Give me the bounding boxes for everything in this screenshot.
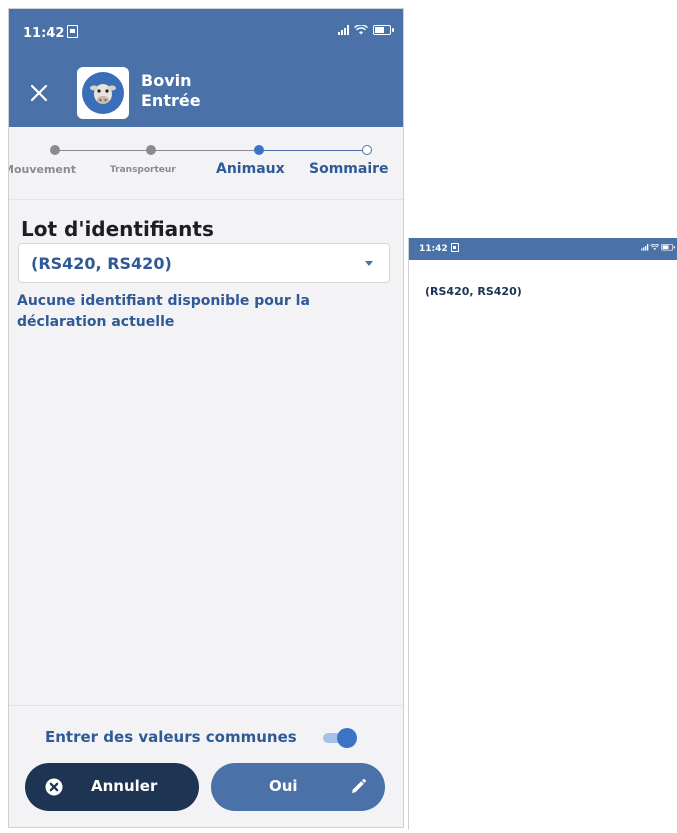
- battery-icon: [661, 244, 675, 251]
- step-dot-mouvement: [50, 145, 60, 155]
- status-time-text: 11:42: [23, 26, 65, 41]
- footer-divider: [9, 705, 403, 706]
- wifi-icon: [650, 244, 660, 251]
- step-label-sommaire[interactable]: Sommaire: [309, 161, 389, 177]
- signal-icon: [338, 25, 349, 35]
- common-values-toggle-label: Entrer des valeurs communes: [45, 728, 297, 746]
- picker-status-indicators: [641, 244, 675, 251]
- step-label-animaux[interactable]: Animaux: [216, 161, 285, 177]
- toggle-thumb: [337, 728, 357, 748]
- step-dot-transporteur: [146, 145, 156, 155]
- cancel-button-label: Annuler: [91, 777, 158, 795]
- cow-icon: [82, 72, 124, 114]
- step-dot-animaux: [254, 145, 264, 155]
- step-dot-sommaire: [362, 145, 372, 155]
- status-bar: 11:42: [9, 9, 403, 59]
- step-label-mouvement[interactable]: Mouvement: [9, 163, 76, 176]
- cattle-logo: [77, 67, 129, 119]
- picker-option[interactable]: (RS420, RS420): [425, 285, 522, 298]
- signal-icon: [641, 244, 649, 251]
- confirm-button[interactable]: Oui: [211, 763, 385, 811]
- app-header: Bovin Entrée: [9, 59, 403, 127]
- picker-status-bar: 11:42: [409, 238, 677, 260]
- picker-phone-screen: 11:42 (RS420, RS420): [408, 238, 677, 830]
- identifier-lot-dropdown[interactable]: (RS420, RS420): [18, 243, 390, 283]
- picker-status-time-text: 11:42: [419, 244, 448, 254]
- sim-card-icon: [67, 25, 79, 38]
- confirm-button-label: Oui: [269, 777, 298, 795]
- no-identifier-message: Aucune identifiant disponible pour la dé…: [17, 293, 310, 330]
- status-indicators: [338, 25, 394, 35]
- status-time: 11:42: [23, 25, 79, 41]
- sim-card-icon: [450, 243, 459, 252]
- step-connector: [156, 150, 254, 151]
- header-title-line1: Bovin: [141, 71, 192, 90]
- progress-stepper: Mouvement Transporteur Animaux Sommaire: [9, 127, 403, 200]
- cancel-button[interactable]: Annuler: [25, 763, 199, 811]
- step-connector: [264, 150, 362, 151]
- identifier-lot-label: Lot d'identifiants: [21, 217, 214, 241]
- close-icon: [30, 84, 48, 102]
- step-label-transporteur[interactable]: Transporteur: [110, 165, 176, 175]
- battery-icon: [373, 25, 394, 35]
- close-button[interactable]: [23, 77, 55, 109]
- picker-status-time: 11:42: [419, 243, 459, 254]
- wifi-icon: [354, 25, 368, 35]
- main-phone-screen: 11:42 Bovin Entrée Mouvement Transporteu…: [8, 8, 404, 828]
- pencil-icon: [352, 778, 366, 793]
- close-circle-icon: [45, 778, 63, 796]
- common-values-toggle[interactable]: [321, 728, 357, 748]
- header-title-line2: Entrée: [141, 91, 201, 110]
- chevron-down-icon: [365, 261, 373, 266]
- dropdown-selected-value: (RS420, RS420): [31, 254, 172, 273]
- step-connector: [60, 150, 146, 151]
